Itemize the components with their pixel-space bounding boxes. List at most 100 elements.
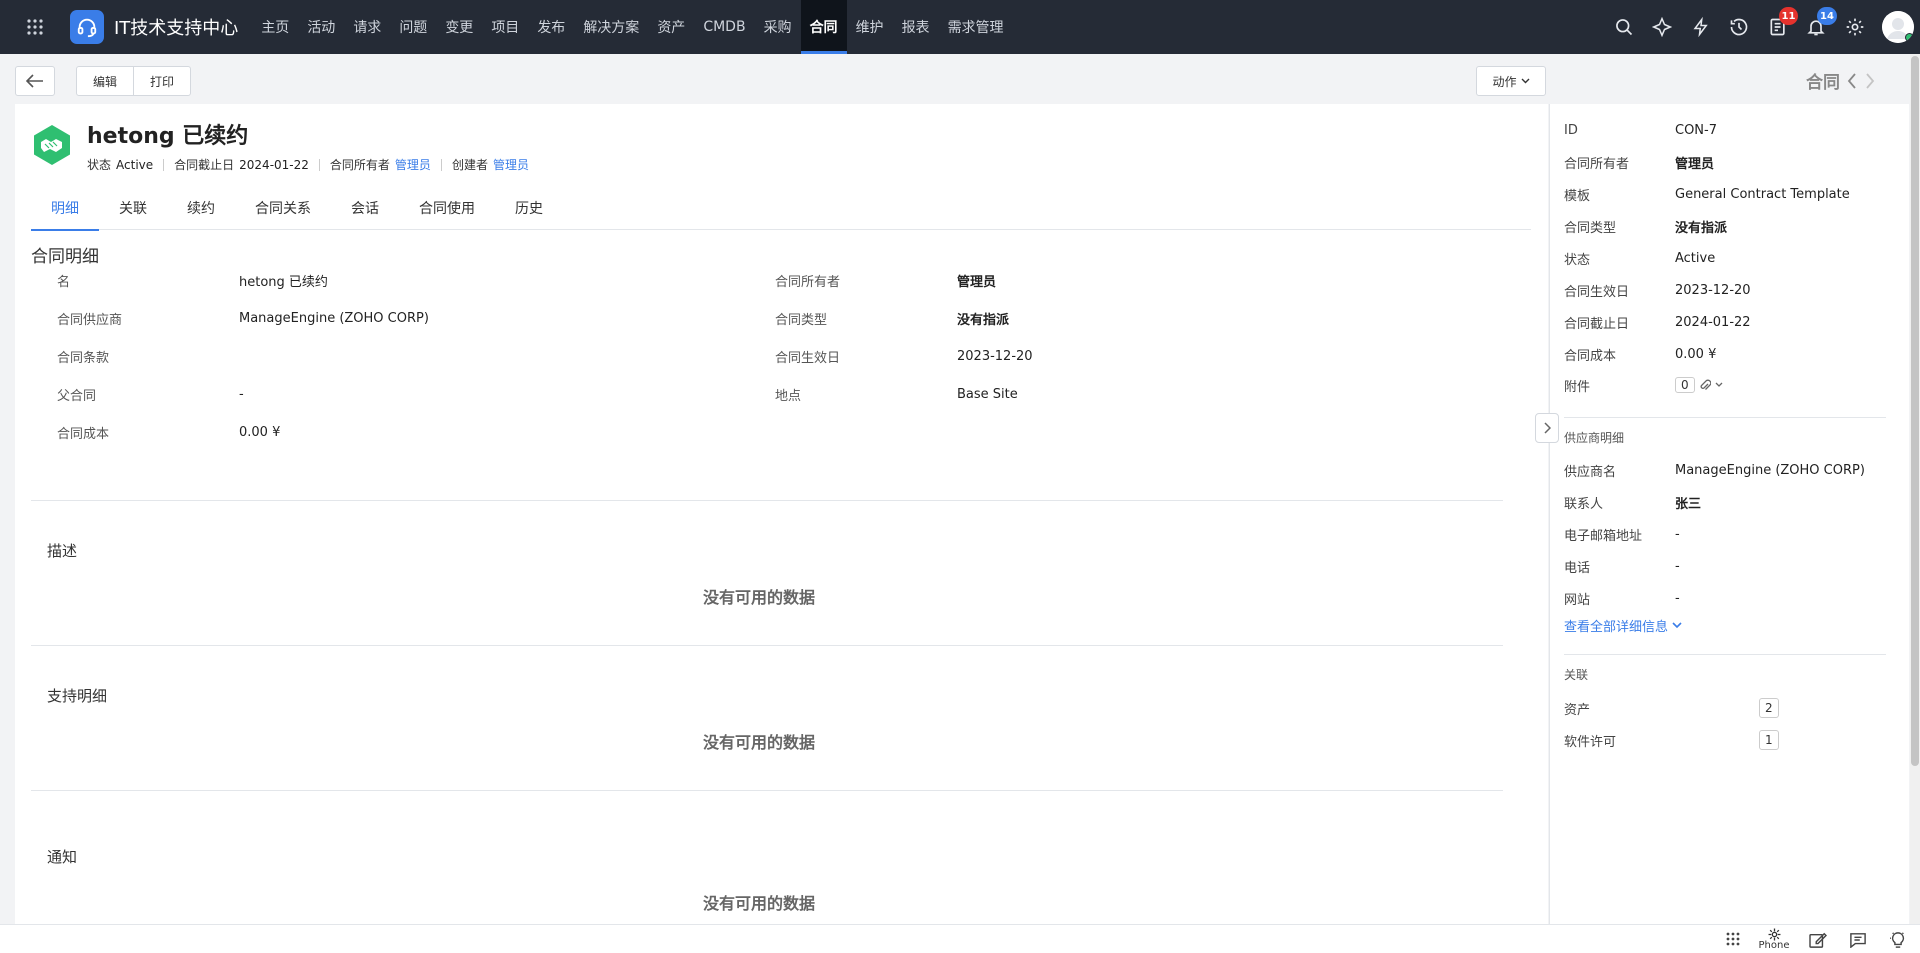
nav-tab-10[interactable]: 采购 [755,0,801,54]
field-row: 父合同 - [57,375,244,413]
detail-tab-2[interactable]: 续约 [167,186,235,230]
field-label: 合同类型 [775,312,828,328]
detail-tab-4[interactable]: 会话 [331,186,399,230]
description-title: 描述 [47,542,78,560]
status-key: 状态 [87,158,112,172]
nav-tab-3[interactable]: 问题 [390,0,436,54]
next-record-icon[interactable] [1864,72,1876,90]
association-row[interactable]: 软件许可 1 [1564,724,1886,756]
apps-grid-icon[interactable] [0,0,70,54]
sidebar-label: 模板 [1564,188,1591,204]
nav-tab-6[interactable]: 发布 [528,0,574,54]
sidebar-value: CON-7 [1675,122,1717,138]
chat-icon[interactable] [1846,925,1870,953]
sidebar-value: 张三 [1675,496,1702,512]
search-icon[interactable] [1605,0,1644,54]
creator-link[interactable]: 管理员 [493,156,529,173]
quick-create-icon[interactable] [1643,0,1682,54]
status-value: Active [116,157,154,172]
bell-icon[interactable]: 14 [1797,0,1837,54]
association-count[interactable]: 1 [1759,730,1779,750]
nav-tab-0[interactable]: 主页 [252,0,298,54]
attachment-control[interactable]: 0 [1675,377,1723,393]
back-button[interactable] [15,66,55,96]
lightbulb-icon[interactable] [1886,925,1910,953]
brand[interactable]: IT技术支持中心 [70,0,252,54]
nav-tab-11[interactable]: 合同 [800,0,847,54]
divider [31,500,1503,501]
detail-tab-3[interactable]: 合同关系 [235,186,331,230]
sidebar-value: 2023-12-20 [1675,282,1751,298]
nav-tab-9[interactable]: CMDB [694,0,754,54]
nav-tab-1[interactable]: 活动 [298,0,344,54]
nav-tab-2[interactable]: 请求 [344,0,390,54]
edit-button[interactable]: 编辑 [77,67,133,95]
divider [31,645,1503,646]
scrollbar-thumb[interactable] [1911,56,1919,766]
expiry-value: 2024-01-22 [239,157,309,172]
detail-tab-1[interactable]: 关联 [99,186,167,230]
notification-empty: 没有可用的数据 [702,894,815,913]
record-header: hetong 已续约 状态 Active 合同截止日 2024-01-22 合同… [31,124,529,173]
chevron-down-icon [1715,382,1723,387]
attachment-count: 0 [1675,377,1695,393]
nav-tab-12[interactable]: 维护 [847,0,893,54]
sidebar-value: - [1675,590,1680,606]
sidebar-value: 管理员 [1675,156,1715,172]
field-row: 合同所有者 管理员 [775,261,996,299]
field-row: 合同供应商 ManageEngine (ZOHO CORP) [57,299,429,337]
vendor-row: 供应商名 ManageEngine (ZOHO CORP) [1564,454,1865,486]
attachment-row: 附件 0 [1564,369,1723,401]
actions-dropdown[interactable]: 动作 [1476,66,1546,96]
gear-icon[interactable] [1836,0,1875,54]
detail-tab-0[interactable]: 明细 [31,186,99,231]
nav-tab-7[interactable]: 解决方案 [574,0,648,54]
association-label: 软件许可 [1564,734,1617,750]
owner-link[interactable]: 管理员 [395,156,431,173]
support-details-empty: 没有可用的数据 [702,733,815,752]
page-scrollbar[interactable] [1910,54,1920,924]
collapse-panel-toggle[interactable] [1535,413,1559,443]
record-toolbar: 编辑 打印 动作 合同 [0,54,1920,104]
divider [1564,417,1886,418]
tasks-badge: 11 [1778,7,1799,25]
view-all-details-link[interactable]: 查看全部详细信息 [1564,616,1682,635]
nav-tab-5[interactable]: 项目 [482,0,528,54]
nav-tab-13[interactable]: 报表 [893,0,939,54]
compose-icon[interactable] [1806,925,1830,953]
nav-tab-8[interactable]: 资产 [648,0,694,54]
association-row[interactable]: 资产 2 [1564,692,1886,724]
notifications-badge: 14 [1817,7,1837,25]
field-value: 0.00 ¥ [239,424,281,440]
nav-tab-4[interactable]: 变更 [436,0,482,54]
detail-tab-5[interactable]: 合同使用 [399,186,495,230]
online-status-dot [1905,33,1914,42]
history-icon[interactable] [1720,0,1759,54]
avatar[interactable] [1882,11,1914,43]
sidebar-label: 网站 [1564,592,1591,608]
field-label: 地点 [775,388,802,404]
sidebar-label: 状态 [1564,252,1591,268]
lightning-icon[interactable] [1682,0,1721,54]
record-navigation: 合同 [1806,68,1876,93]
phone-button[interactable]: Phone [1756,925,1792,953]
field-value: 没有指派 [957,312,1010,328]
prev-record-icon[interactable] [1846,72,1858,90]
notification-title: 通知 [47,848,78,866]
sidebar-label: 电子邮箱地址 [1564,528,1643,544]
association-count[interactable]: 2 [1759,698,1779,718]
chevron-down-icon [1521,78,1529,84]
vendor-section-title: 供应商明细 [1564,431,1625,445]
dialpad-icon[interactable] [1722,925,1744,953]
field-value: 管理员 [957,274,997,290]
detail-tab-6[interactable]: 历史 [495,186,563,230]
field-label: 父合同 [57,388,97,404]
vendor-row: 联系人 张三 [1564,486,1701,518]
nav-tab-14[interactable]: 需求管理 [939,0,1013,54]
edit-print-group: 编辑 打印 [76,66,192,96]
tasks-icon[interactable]: 11 [1759,0,1799,54]
sidebar-value: Active [1675,250,1716,266]
field-label: 合同成本 [57,426,110,442]
field-row: 合同成本 0.00 ¥ [57,413,280,451]
print-button[interactable]: 打印 [133,67,190,95]
